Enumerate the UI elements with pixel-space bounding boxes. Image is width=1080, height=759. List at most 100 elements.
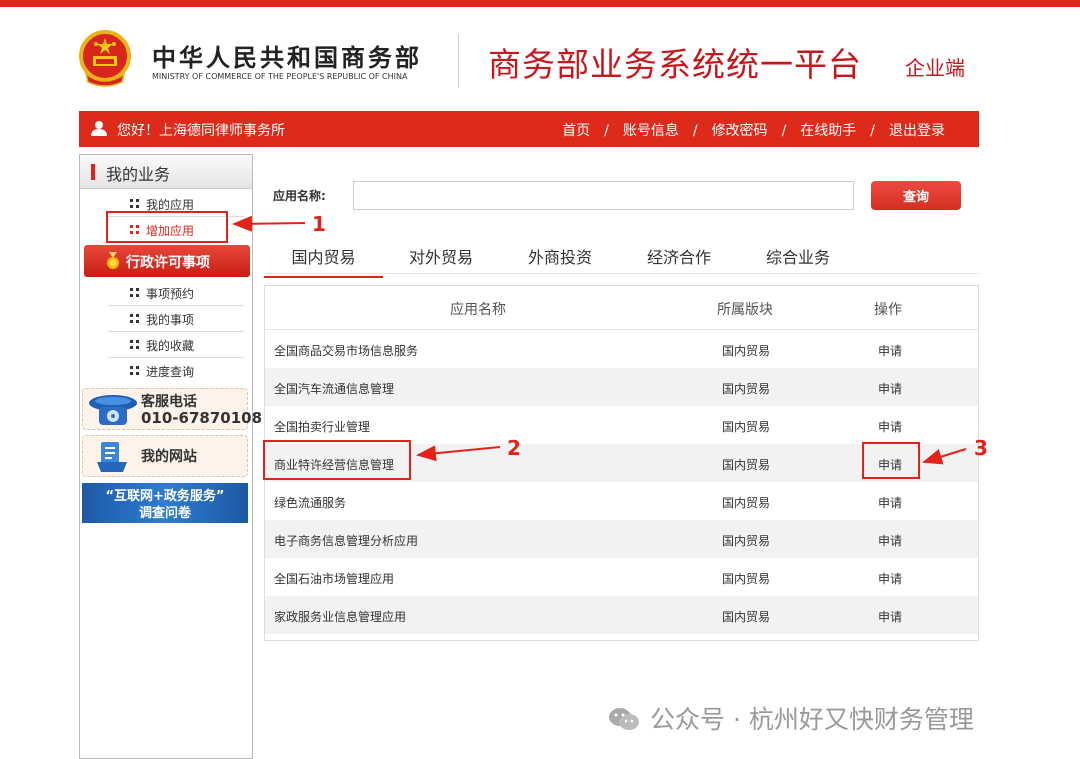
sidebar-item-label: 我的事项: [146, 313, 195, 327]
grid-dots-icon: [130, 340, 139, 349]
nav-link-home[interactable]: 首页: [562, 123, 590, 139]
app-name-label: 应用名称:: [273, 189, 326, 203]
module-cell: 国内贸易: [722, 458, 771, 472]
survey-title-line2: 调查问卷: [138, 506, 191, 521]
service-phone-label: 客服电话: [141, 394, 197, 410]
nav-separator: /: [781, 123, 787, 139]
nav-separator: /: [692, 123, 698, 139]
sidebar-item-appointment[interactable]: 事项预约: [108, 280, 244, 306]
wechat-icon: [609, 708, 639, 730]
apply-link[interactable]: 申请: [878, 418, 902, 435]
user-greeting: 您好！上海德同律师事务所: [117, 123, 285, 139]
tab-foreign-trade[interactable]: 对外贸易: [409, 244, 473, 268]
category-tabs: 国内贸易 对外贸易 外商投资 经济合作 综合业务: [264, 236, 979, 278]
table-row: 电子商务信息管理分析应用 国内贸易 申请: [265, 520, 978, 558]
module-cell: 国内贸易: [722, 572, 771, 586]
survey-banner[interactable]: “互联网+政务服务” 调查问卷: [82, 483, 248, 523]
nav-links: 首页 / 账号信息 / 修改密码 / 在线助手 / 退出登录: [562, 120, 945, 140]
app-name-cell: 绿色流通服务: [274, 496, 347, 510]
annotation-number-1: 1: [312, 212, 326, 236]
apply-link[interactable]: 申请: [878, 494, 902, 511]
app-name-cell: 全国商品交易市场信息服务: [274, 344, 419, 358]
my-website-card[interactable]: 我的网站: [82, 435, 248, 477]
telephone-icon: [89, 395, 137, 425]
sidebar-item-my-items[interactable]: 我的事项: [108, 306, 244, 332]
nav-link-change-password[interactable]: 修改密码: [712, 123, 768, 139]
sidebar-section-label: 行政许可事项: [126, 255, 210, 271]
medal-icon: [107, 252, 119, 269]
app-name-cell: 全国拍卖行业管理: [274, 420, 371, 434]
table-row: 绿色流通服务 国内贸易 申请: [265, 482, 978, 520]
tab-general-business[interactable]: 综合业务: [766, 244, 830, 268]
table-row: 全国拍卖行业管理 国内贸易 申请: [265, 406, 978, 444]
column-header-module: 所属版块: [717, 302, 773, 318]
apply-link[interactable]: 申请: [878, 570, 902, 587]
nav-link-logout[interactable]: 退出登录: [889, 123, 945, 139]
apply-link[interactable]: 申请: [878, 380, 902, 397]
platform-title: 商务部业务系统统一平台: [488, 45, 862, 84]
website-document-icon: [97, 442, 127, 472]
table-header: 应用名称 所属版块 操作: [265, 286, 978, 330]
national-emblem-icon: [79, 30, 131, 87]
table-row: 全国石油市场管理应用 国内贸易 申请: [265, 558, 978, 596]
apply-link[interactable]: 申请: [878, 532, 902, 549]
app-name-cell: 电子商务信息管理分析应用: [274, 534, 419, 548]
tab-foreign-investment[interactable]: 外商投资: [528, 244, 592, 268]
apply-link[interactable]: 申请: [878, 342, 902, 359]
my-website-label: 我的网站: [141, 449, 197, 465]
app-name-cell: 家政服务业信息管理应用: [274, 610, 407, 624]
annotation-number-3: 3: [974, 436, 988, 460]
sidebar-item-progress[interactable]: 进度查询: [108, 358, 244, 384]
app-name-cell: 全国汽车流通信息管理: [274, 382, 395, 396]
header-divider: [458, 34, 459, 88]
tab-domestic-trade[interactable]: 国内贸易: [264, 244, 383, 278]
grid-dots-icon: [130, 288, 139, 297]
sidebar-header: 我的业务: [80, 155, 252, 189]
nav-separator: /: [870, 123, 875, 139]
column-header-app-name: 应用名称: [450, 302, 506, 318]
ministry-name-cn: 中华人民共和国商务部: [152, 44, 422, 72]
query-button[interactable]: 查询: [871, 181, 961, 210]
watermark: 公众号 · 杭州好又快财务管理: [608, 700, 974, 736]
nav-link-account-info[interactable]: 账号信息: [623, 123, 679, 139]
table-row: 家政服务业信息管理应用 国内贸易 申请: [265, 596, 978, 634]
annotation-number-2: 2: [507, 436, 521, 460]
module-cell: 国内贸易: [722, 610, 771, 624]
service-phone-number: 010-67870108: [141, 409, 263, 427]
nav-link-online-assistant[interactable]: 在线助手: [800, 123, 856, 139]
nav-separator: /: [604, 123, 609, 139]
user-icon: [91, 121, 107, 136]
sidebar-header-marker: [91, 164, 95, 180]
sidebar-section-admin-license[interactable]: 行政许可事项: [84, 245, 250, 277]
app-name-search-input[interactable]: [353, 181, 854, 210]
app-name-cell: 全国石油市场管理应用: [274, 572, 395, 586]
sidebar-item-label: 事项预约: [146, 287, 195, 301]
module-cell: 国内贸易: [722, 496, 771, 510]
table-row: 全国汽车流通信息管理 国内贸易 申请: [265, 368, 978, 406]
table-row: 全国商品交易市场信息服务 国内贸易 申请: [265, 330, 978, 368]
platform-subtitle: 企业端: [905, 56, 965, 80]
top-nav-bar: 您好！上海德同律师事务所 首页 / 账号信息 / 修改密码 / 在线助手 / 退出登录: [79, 111, 979, 147]
top-red-stripe: [0, 0, 1080, 7]
service-phone-card[interactable]: 客服电话 010-67870108: [82, 388, 262, 430]
annotation-box-3: [862, 442, 920, 479]
module-cell: 国内贸易: [722, 382, 771, 396]
sidebar-item-label: 我的收藏: [146, 339, 195, 353]
module-cell: 国内贸易: [722, 534, 771, 548]
sidebar-item-favorites[interactable]: 我的收藏: [108, 332, 244, 358]
grid-dots-icon: [130, 199, 139, 208]
column-header-action: 操作: [874, 302, 902, 318]
apply-link[interactable]: 申请: [878, 608, 902, 625]
annotation-box-2: [263, 440, 411, 480]
module-cell: 国内贸易: [722, 420, 771, 434]
ministry-name-en: MINISTRY OF COMMERCE OF THE PEOPLE'S REP…: [152, 72, 408, 81]
sidebar-title: 我的业务: [106, 165, 171, 184]
grid-dots-icon: [130, 366, 139, 375]
module-cell: 国内贸易: [722, 344, 771, 358]
grid-dots-icon: [130, 314, 139, 323]
sidebar: 我的业务 我的应用 增加应用 行政许可事项 事项预约 我的事项 我的收藏 进度查…: [79, 154, 262, 759]
watermark-text: 公众号 · 杭州好又快财务管理: [650, 705, 974, 734]
sidebar-item-label: 进度查询: [146, 365, 195, 379]
annotation-box-1: [106, 211, 228, 243]
tab-economic-cooperation[interactable]: 经济合作: [647, 244, 711, 268]
